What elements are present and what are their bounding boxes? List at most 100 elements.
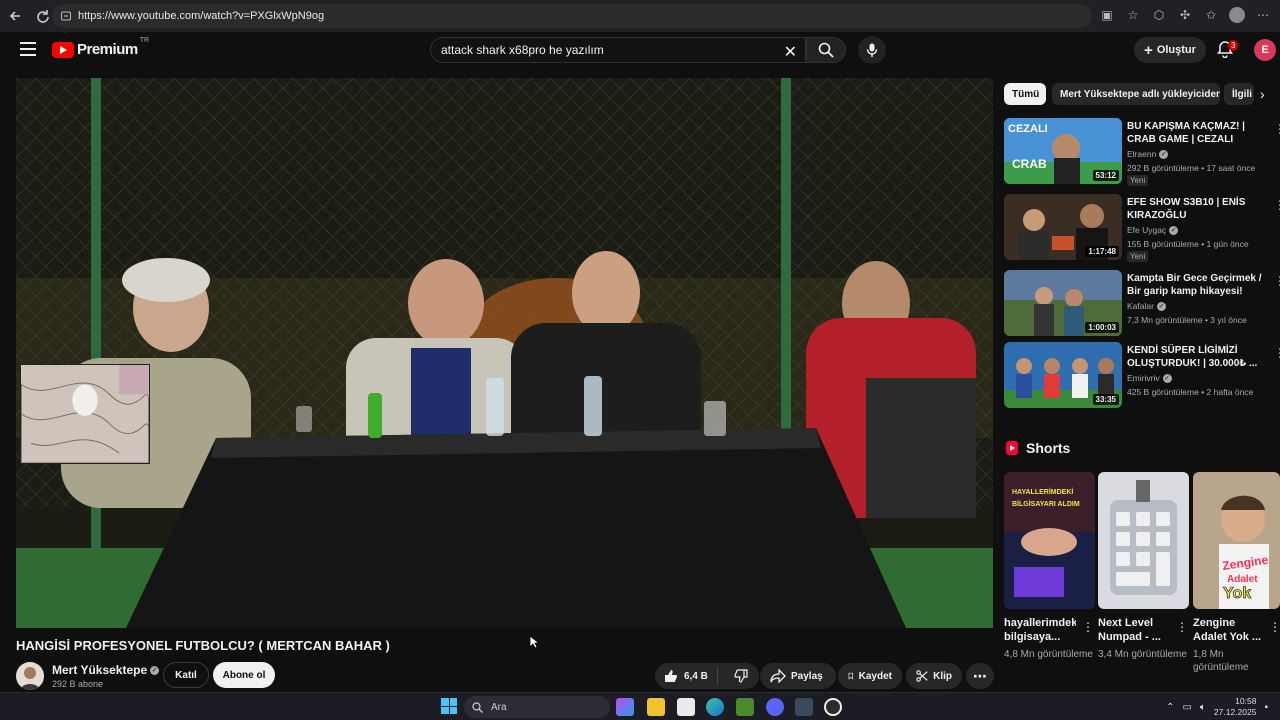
copilot-icon[interactable]: [616, 698, 634, 716]
extension-puzzle-icon[interactable]: ✣: [1174, 4, 1196, 26]
video-frame: [16, 78, 993, 628]
recommended-video[interactable]: CEZALI CRAB 53:12 BU KAPIŞMA KAÇMAZ! | CR…: [1004, 118, 1280, 186]
more-vertical-icon[interactable]: ⋮: [1274, 122, 1280, 136]
hamburger-menu-icon[interactable]: [20, 42, 36, 56]
minecraft-icon[interactable]: [736, 698, 754, 716]
bookmark-icon: [848, 672, 854, 680]
channel-name-link[interactable]: Mert Yüksektepe ✓: [52, 663, 160, 677]
windows-start-icon[interactable]: [441, 698, 457, 714]
search-query: attack shark x68pro he yazılım: [441, 43, 604, 57]
save-button[interactable]: Kaydet: [838, 663, 902, 689]
short-item[interactable]: Zengine Adalet Yok Zengine Adalet Yok ... …: [1193, 472, 1280, 674]
channel-avatar[interactable]: [16, 662, 44, 690]
join-button[interactable]: Katıl: [163, 662, 209, 688]
address-bar[interactable]: https://www.youtube.com/watch?v=PXGlxWpN…: [52, 4, 1092, 28]
voice-search-button[interactable]: [858, 36, 886, 64]
short-thumbnail[interactable]: HAYALLERİMDEKİ BİLGİSAYARI ALDIM: [1004, 472, 1095, 609]
favorites-icon[interactable]: ✩: [1200, 4, 1222, 26]
chip-related[interactable]: İlgili: [1224, 83, 1254, 105]
channel-name-row[interactable]: Efe Uygaç ✓: [1127, 225, 1179, 235]
channel-name-row[interactable]: Emirivriv ✓: [1127, 373, 1172, 383]
video-thumbnail[interactable]: 1:17:48: [1004, 194, 1122, 260]
recommended-video[interactable]: 1:17:48 EFE SHOW S3B10 | ENİS KIRAZOĞLU …: [1004, 194, 1280, 262]
short-views: 4,8 Mn görüntüleme: [1004, 649, 1093, 660]
more-vertical-icon[interactable]: ⋮: [1269, 620, 1280, 634]
taskbar-search[interactable]: Ara: [464, 696, 610, 718]
site-info-icon[interactable]: [60, 10, 72, 22]
more-vertical-icon[interactable]: ⋮: [1274, 346, 1280, 360]
subscribe-button[interactable]: Abone ol: [213, 662, 275, 688]
short-thumbnail[interactable]: [1098, 472, 1189, 609]
video-title[interactable]: KENDİ SÜPER LİGİMİZİ OLUŞTURDUK! | 30.00…: [1127, 344, 1269, 370]
like-button[interactable]: 6,4 B: [655, 667, 718, 685]
browser-menu-icon[interactable]: ⋯: [1252, 4, 1274, 26]
search-input[interactable]: attack shark x68pro he yazılım ✕: [430, 37, 806, 63]
video-thumbnail[interactable]: 33:35: [1004, 342, 1122, 408]
share-label: Paylaş: [791, 670, 823, 682]
microphone-icon: [866, 43, 878, 57]
dislike-button[interactable]: [723, 669, 759, 683]
chrome-icon[interactable]: [824, 698, 842, 716]
clip-button[interactable]: Klip: [906, 663, 962, 689]
chip-from-uploader[interactable]: Mert Yüksektepe adlı yükleyiciden: [1052, 83, 1220, 105]
subscriber-count: 292 B abone: [52, 679, 104, 689]
youtube-premium-logo[interactable]: Premium TR: [52, 37, 149, 58]
back-icon[interactable]: [2, 3, 28, 29]
more-vertical-icon[interactable]: ⋮: [1082, 620, 1094, 634]
search-button[interactable]: [806, 37, 846, 63]
chevron-right-icon[interactable]: ›: [1260, 86, 1265, 102]
file-explorer-icon[interactable]: [647, 698, 665, 716]
shorts-logo-icon: [1006, 441, 1018, 455]
install-app-icon[interactable]: ▣: [1096, 4, 1118, 26]
user-avatar[interactable]: E: [1254, 39, 1276, 61]
create-button[interactable]: + Oluştur: [1134, 37, 1206, 63]
recommended-video[interactable]: 1:00:03 Kampta Bir Gece Geçirmek / Bir g…: [1004, 270, 1280, 338]
taskbar-search-placeholder: Ara: [491, 701, 507, 713]
edge-browser-icon[interactable]: [706, 698, 724, 716]
search-icon: [472, 701, 483, 713]
clear-search-icon[interactable]: ✕: [784, 42, 797, 62]
chip-all[interactable]: Tümü: [1004, 83, 1046, 105]
browser-toolbar: https://www.youtube.com/watch?v=PXGlxWpN…: [0, 0, 1280, 32]
thumbs-down-icon: [734, 669, 748, 683]
video-duration: 33:35: [1092, 394, 1119, 405]
video-title[interactable]: BU KAPIŞMA KAÇMAZ! | CRAB GAME | CEZALI: [1127, 120, 1269, 146]
create-label: Oluştur: [1156, 44, 1196, 56]
video-thumbnail[interactable]: CEZALI CRAB 53:12: [1004, 118, 1122, 184]
verified-icon: ✓: [1169, 225, 1179, 235]
video-thumbnail[interactable]: 1:00:03: [1004, 270, 1122, 336]
share-button[interactable]: Paylaş: [760, 663, 836, 689]
extensions-icon[interactable]: ⬡: [1148, 4, 1170, 26]
video-title[interactable]: Kampta Bir Gece Geçirmek / Bir garip kam…: [1127, 272, 1269, 298]
mouse-cursor-icon: [529, 635, 539, 649]
short-item[interactable]: HAYALLERİMDEKİ BİLGİSAYARI ALDIM hayaller…: [1004, 472, 1095, 661]
video-player[interactable]: [16, 78, 993, 628]
short-thumbnail[interactable]: Zengine Adalet Yok: [1193, 472, 1280, 609]
clock[interactable]: 10:58 27.12.2025: [1214, 696, 1257, 718]
short-title[interactable]: Next Level Numpad - ...: [1098, 616, 1170, 644]
speaker-icon[interactable]: 🔈︎: [1200, 702, 1206, 713]
profile-icon[interactable]: [1226, 4, 1248, 26]
recommended-video[interactable]: 33:35 KENDİ SÜPER LİGİMİZİ OLUŞTURDUK! |…: [1004, 342, 1280, 410]
app-icon[interactable]: [795, 698, 813, 716]
store-icon[interactable]: [677, 698, 695, 716]
more-vertical-icon[interactable]: ⋮: [1176, 620, 1188, 634]
new-badge: Yeni: [1127, 175, 1149, 186]
notification-center-icon[interactable]: ▪: [1264, 702, 1268, 713]
bookmark-star-icon[interactable]: ☆: [1122, 4, 1144, 26]
date: 27.12.2025: [1213, 707, 1257, 717]
network-icon[interactable]: ▭: [1182, 702, 1191, 713]
verified-icon: ✓: [1159, 149, 1169, 159]
channel-name-row[interactable]: Elraenn ✓: [1127, 149, 1169, 159]
short-title[interactable]: Zengine Adalet Yok ...: [1193, 616, 1265, 644]
more-vertical-icon[interactable]: ⋮: [1274, 198, 1280, 212]
short-title[interactable]: hayallerimdeki bilgisaya...: [1004, 616, 1076, 644]
channel-name-row[interactable]: Kafalar ✓: [1127, 301, 1166, 311]
more-actions-button[interactable]: ⋯: [966, 663, 994, 689]
discord-icon[interactable]: [766, 698, 784, 716]
short-item[interactable]: Next Level Numpad - ... 3,4 Mn görüntüle…: [1098, 472, 1189, 661]
more-vertical-icon[interactable]: ⋮: [1274, 274, 1280, 288]
channel-name: Elraenn: [1127, 149, 1157, 159]
video-title[interactable]: EFE SHOW S3B10 | ENİS KIRAZOĞLU: [1127, 196, 1269, 222]
chevron-up-icon[interactable]: ⌃: [1166, 702, 1174, 713]
